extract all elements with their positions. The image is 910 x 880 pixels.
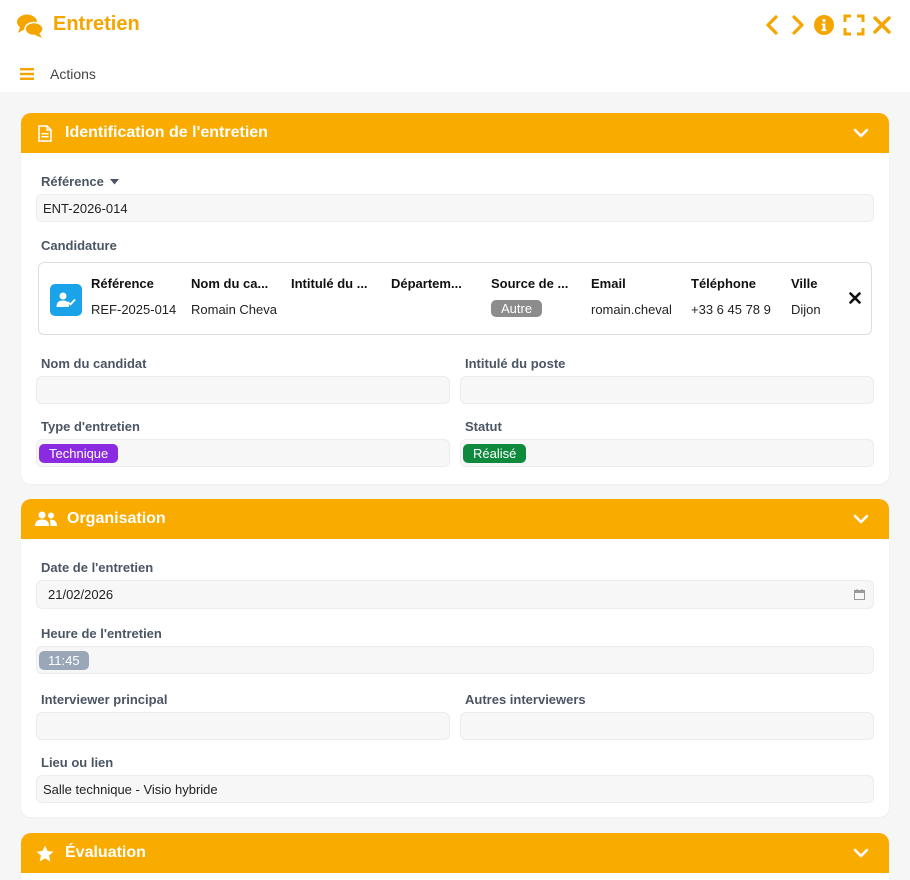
comments-icon — [17, 14, 44, 38]
evaluation-section: Évaluation — [21, 833, 889, 880]
candidature-header: Intitulé du ... — [291, 276, 368, 291]
calendar-icon[interactable] — [854, 589, 865, 600]
candidature-label: Candidature — [41, 238, 117, 253]
identification-section-header[interactable]: Identification de l'entretien — [21, 113, 889, 153]
chevron-down-icon[interactable] — [853, 125, 869, 141]
status-label: Statut — [465, 419, 502, 434]
time-field[interactable]: 11:45 — [36, 646, 874, 674]
candidature-col-job-title: Intitulé du ... — [291, 276, 379, 318]
interview-form-window: Entretien Actions Identification de l'en… — [0, 0, 910, 880]
organisation-section-title: Organisation — [67, 510, 166, 527]
organisation-section-header[interactable]: Organisation — [21, 499, 889, 539]
candidate-name-label: Nom du candidat — [41, 356, 147, 371]
reference-label-text: Référence — [41, 174, 104, 189]
candidature-col-phone: Téléphone +33 6 45 78 9 — [691, 276, 779, 318]
users-icon — [35, 510, 57, 528]
chevron-left-icon[interactable] — [762, 14, 784, 36]
candidature-col-reference: Référence REF-2025-014 — [91, 276, 179, 318]
time-badge: 11:45 — [39, 650, 89, 670]
job-title-field[interactable] — [460, 376, 874, 404]
date-value: 21/02/2026 — [48, 587, 114, 602]
close-icon[interactable] — [849, 292, 861, 304]
place-label: Lieu ou lien — [41, 755, 114, 770]
candidature-header: Départem... — [391, 276, 462, 291]
chevron-down-icon[interactable] — [853, 845, 869, 861]
candidature-value — [391, 302, 479, 318]
evaluation-section-header[interactable]: Évaluation — [21, 833, 889, 873]
identification-section-title: Identification de l'entretien — [65, 124, 268, 141]
hamburger-icon[interactable] — [20, 68, 34, 80]
candidature-value — [291, 302, 379, 318]
candidature-value: +33 6 45 78 9 — [691, 302, 771, 317]
caret-down-icon[interactable] — [109, 178, 119, 185]
candidature-header: Ville — [791, 276, 818, 291]
evaluation-section-title: Évaluation — [65, 844, 146, 861]
identification-section: Identification de l'entretien Référence … — [21, 113, 889, 484]
job-title-label: Intitulé du poste — [465, 356, 566, 371]
interview-type-field[interactable]: Technique — [36, 439, 450, 467]
status-badge: Réalisé — [463, 443, 527, 463]
actions-label[interactable]: Actions — [50, 66, 96, 82]
close-icon[interactable] — [871, 14, 893, 36]
actions-menu[interactable]: Actions — [20, 64, 96, 84]
place-value: Salle technique - Visio hybride — [43, 781, 218, 797]
reference-value: ENT-2026-014 — [43, 200, 128, 216]
candidature-col-city: Ville Dijon — [791, 276, 839, 318]
interview-type-label: Type d'entretien — [41, 419, 140, 434]
source-badge: Autre — [491, 300, 543, 317]
chevron-right-icon[interactable] — [786, 14, 808, 36]
place-field[interactable]: Salle technique - Visio hybride — [36, 775, 874, 803]
candidature-header: Source de ... — [491, 276, 569, 291]
document-icon — [35, 124, 55, 142]
date-label: Date de l'entretien — [41, 560, 154, 575]
other-interviewers-label: Autres interviewers — [465, 692, 586, 707]
title-bar: Entretien Actions — [0, 0, 910, 92]
user-check-icon — [50, 284, 82, 316]
interview-type-badge: Technique — [39, 443, 119, 463]
candidature-header: Email — [591, 276, 626, 291]
expand-icon[interactable] — [843, 14, 865, 36]
reference-field[interactable]: ENT-2026-014 — [36, 194, 874, 222]
candidature-header: Téléphone — [691, 276, 757, 291]
candidature-header: Référence — [91, 276, 154, 291]
candidature-value: romain.cheval — [591, 302, 672, 317]
main-interviewer-label: Interviewer principal — [41, 692, 168, 707]
reference-label: Référence — [41, 174, 119, 189]
status-field[interactable]: Réalisé — [460, 439, 874, 467]
candidature-value: REF-2025-014 — [91, 302, 177, 317]
other-interviewers-field[interactable] — [460, 712, 874, 740]
time-label: Heure de l'entretien — [41, 626, 162, 641]
main-interviewer-field[interactable] — [36, 712, 450, 740]
candidature-header: Nom du ca... — [191, 276, 269, 291]
candidate-name-field[interactable] — [36, 376, 450, 404]
candidature-col-source: Source de ... Autre — [491, 276, 579, 317]
candidature-value: Romain Cheva — [191, 302, 277, 317]
candidature-value: Dijon — [791, 302, 821, 317]
info-icon[interactable] — [813, 14, 835, 36]
candidature-col-name: Nom du ca... Romain Cheva — [191, 276, 279, 318]
candidature-card[interactable]: Référence REF-2025-014 Nom du ca... Roma… — [38, 262, 872, 335]
date-field[interactable]: 21/02/2026 — [36, 580, 874, 609]
chevron-down-icon[interactable] — [853, 511, 869, 527]
organisation-section: Organisation Date de l'entretien 21/02/2… — [21, 499, 889, 817]
candidature-col-email: Email romain.cheval — [591, 276, 679, 318]
window-title: Entretien — [53, 13, 140, 35]
star-icon — [35, 844, 55, 862]
candidature-col-department: Départem... — [391, 276, 479, 318]
